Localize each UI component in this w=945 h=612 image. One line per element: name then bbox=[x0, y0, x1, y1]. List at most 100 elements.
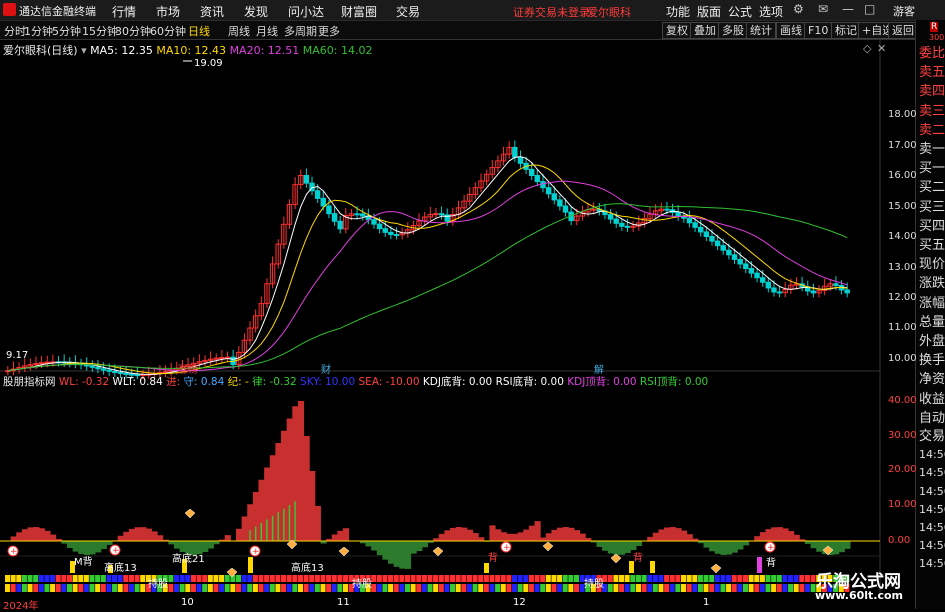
period-tab[interactable]: 日线 bbox=[188, 23, 210, 39]
menu-wenxiaoda[interactable]: 问小达 bbox=[288, 3, 324, 20]
expand-icon[interactable]: ◇ bbox=[863, 42, 871, 55]
side-panel-item[interactable]: 卖二 bbox=[919, 123, 945, 138]
indicator-area bbox=[135, 527, 141, 541]
candle-body bbox=[693, 223, 697, 228]
side-panel-item[interactable]: 委比 bbox=[919, 46, 945, 61]
period-tab[interactable]: 30分钟 bbox=[115, 23, 151, 39]
side-panel-item[interactable]: 涨跌 bbox=[919, 276, 945, 291]
side-panel-item[interactable]: 卖一 bbox=[919, 142, 945, 157]
period-tab[interactable]: 多周期 bbox=[284, 23, 317, 39]
menu-zixun[interactable]: 资讯 bbox=[200, 3, 224, 20]
tool-button[interactable]: 返回 bbox=[888, 22, 918, 39]
indicator-area bbox=[73, 541, 79, 552]
notice-stock-name[interactable]: 爱尔眼科 bbox=[587, 4, 631, 20]
kline-chart[interactable]: +++++ bbox=[0, 39, 915, 609]
period-tab[interactable]: 15分钟 bbox=[82, 23, 118, 39]
signal-cell bbox=[523, 584, 528, 592]
side-panel-item[interactable]: 买三 bbox=[919, 200, 945, 215]
indicator-area bbox=[371, 541, 377, 551]
candle-body bbox=[732, 255, 736, 260]
side-panel-item[interactable]: 买五 bbox=[919, 238, 945, 253]
side-panel-item[interactable]: 卖四 bbox=[919, 84, 945, 99]
side-panel-item[interactable]: 净资 bbox=[919, 372, 945, 387]
menu-banmian[interactable]: 版面 bbox=[697, 3, 721, 20]
tool-button[interactable]: 画线 bbox=[776, 22, 806, 39]
side-panel-item[interactable]: 卖三 bbox=[919, 104, 945, 119]
candle-body bbox=[727, 250, 731, 255]
wl-value: WL: -0.32 bbox=[59, 376, 109, 388]
menu-xuanxiang[interactable]: 选项 bbox=[759, 3, 783, 20]
menu-shichang[interactable]: 市场 bbox=[156, 3, 180, 20]
side-panel-item[interactable]: 总量 bbox=[919, 315, 945, 330]
menu-caifuquan[interactable]: 财富圈 bbox=[341, 3, 377, 20]
tool-button[interactable]: 多股 bbox=[718, 22, 748, 39]
indicator-area bbox=[811, 541, 817, 548]
signal-cell bbox=[788, 575, 793, 582]
indicator-area bbox=[298, 401, 304, 541]
menu-hangqing[interactable]: 行情 bbox=[112, 3, 136, 20]
side-panel-item[interactable]: 现价 bbox=[919, 257, 945, 272]
side-panel-item[interactable]: 卖五 bbox=[919, 65, 945, 80]
period-tab[interactable]: 更多 bbox=[318, 23, 340, 39]
indicator-area bbox=[304, 436, 310, 541]
signal-cell bbox=[715, 584, 720, 592]
period-tab[interactable]: 分时 bbox=[4, 23, 26, 39]
dropdown-icon[interactable]: ▾ bbox=[81, 44, 87, 57]
signal-cell bbox=[225, 584, 230, 592]
tool-button[interactable]: 复权 bbox=[662, 22, 692, 39]
side-panel-item[interactable]: 买四 bbox=[919, 219, 945, 234]
signal-cell bbox=[563, 575, 568, 582]
minimize-icon[interactable]: — bbox=[842, 2, 854, 16]
mail-icon[interactable]: ✉ bbox=[818, 2, 828, 16]
side-panel-item[interactable]: 自动 bbox=[919, 411, 945, 426]
side-panel-item[interactable]: 收益 bbox=[919, 392, 945, 407]
side-panel-item[interactable]: 14:56 bbox=[919, 447, 945, 462]
menu-gongshi[interactable]: 公式 bbox=[728, 3, 752, 20]
signal-cell bbox=[619, 584, 624, 592]
signal-cell bbox=[489, 575, 494, 582]
user-guest[interactable]: 游客 bbox=[893, 3, 915, 19]
signal-cell bbox=[180, 584, 185, 592]
side-panel-item[interactable]: 买二 bbox=[919, 180, 945, 195]
period-tab[interactable]: 周线 bbox=[228, 23, 250, 39]
wlt-value: WLT: 0.84 bbox=[112, 376, 162, 388]
settings-icon[interactable]: ⚙ bbox=[793, 2, 804, 16]
indicator-area bbox=[715, 541, 721, 554]
trade-login-notice[interactable]: 证券交易未登录 bbox=[513, 4, 590, 20]
tool-button[interactable]: 统计 bbox=[746, 22, 776, 39]
sea-value: SEA: -10.00 bbox=[359, 376, 420, 388]
menu-jiaoyi[interactable]: 交易 bbox=[396, 3, 420, 20]
maximize-icon[interactable]: □ bbox=[864, 2, 875, 16]
close-pane-icon[interactable]: ✕ bbox=[877, 42, 886, 55]
period-tab[interactable]: 月线 bbox=[256, 23, 278, 39]
tool-button[interactable]: 标记 bbox=[831, 22, 861, 39]
period-tab[interactable]: 60分钟 bbox=[150, 23, 186, 39]
indicator-area bbox=[771, 527, 777, 541]
period-tab[interactable]: 1分钟 bbox=[24, 23, 53, 39]
side-panel-item[interactable]: 14:56 bbox=[919, 502, 945, 517]
menu-faxian[interactable]: 发现 bbox=[244, 3, 268, 20]
side-panel-item[interactable]: 14:56 bbox=[919, 538, 945, 553]
indicator-area bbox=[343, 528, 349, 541]
candle-body bbox=[834, 284, 838, 286]
period-tab[interactable]: 5分钟 bbox=[52, 23, 81, 39]
side-panel-item[interactable]: 14:56 bbox=[919, 465, 945, 480]
menu-gongneng[interactable]: 功能 bbox=[666, 3, 690, 20]
indicator-area bbox=[467, 530, 473, 541]
signal-cell bbox=[546, 575, 551, 582]
indicator-area bbox=[208, 541, 214, 549]
side-panel-item[interactable]: 涨幅 bbox=[919, 296, 945, 311]
tool-button[interactable]: 叠加 bbox=[690, 22, 720, 39]
side-panel-item[interactable]: 14:56 bbox=[919, 556, 945, 571]
price-tick: 10.00 bbox=[888, 353, 917, 364]
indicator-area bbox=[760, 532, 766, 541]
side-panel-item[interactable]: 外盘 bbox=[919, 334, 945, 349]
side-panel-item[interactable]: 交易 bbox=[919, 429, 945, 444]
tool-button[interactable]: F10 bbox=[804, 22, 832, 39]
side-panel-item[interactable]: 买一 bbox=[919, 161, 945, 176]
indicator-area bbox=[568, 528, 574, 541]
side-panel-item[interactable]: 14:56 bbox=[919, 484, 945, 499]
signal-cell bbox=[518, 584, 523, 592]
side-panel-item[interactable]: 换手 bbox=[919, 353, 945, 368]
side-panel-item[interactable]: 14:56 bbox=[919, 520, 945, 535]
